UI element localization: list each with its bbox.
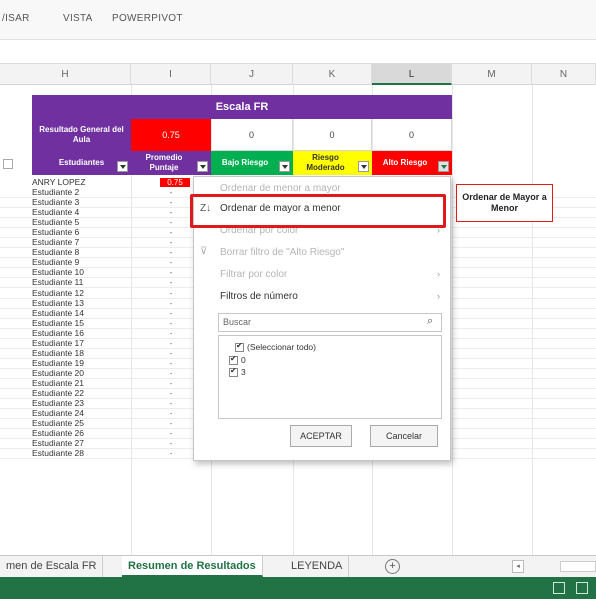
header-average: Promedio Puntaje bbox=[131, 151, 211, 175]
ribbon-tab-powerpivot[interactable]: POWERPIVOT bbox=[112, 13, 183, 24]
header-students: Estudiantes bbox=[32, 151, 131, 175]
table-row-name[interactable]: Estudiante 17 bbox=[32, 339, 131, 348]
add-sheet-icon[interactable]: + bbox=[385, 559, 400, 574]
column-header-h[interactable]: H bbox=[0, 64, 131, 85]
table-row-name[interactable]: Estudiante 16 bbox=[32, 329, 131, 338]
checklist-label: 0 bbox=[241, 355, 246, 365]
header-moderate-label: Riesgo Moderado bbox=[306, 153, 345, 172]
header-students-label: Estudiantes bbox=[58, 158, 105, 167]
ribbon: /ISAR VISTA POWERPIVOT bbox=[0, 0, 596, 40]
sheet-tab-bar: men de Escala FR Resumen de Resultados L… bbox=[0, 555, 596, 577]
filter-dropdown-high[interactable] bbox=[438, 161, 449, 172]
status-bar bbox=[0, 577, 596, 599]
table-row-name[interactable]: Estudiante 12 bbox=[32, 289, 131, 298]
table-row-name[interactable]: Estudiante 15 bbox=[32, 319, 131, 328]
table-row-name[interactable]: Estudiante 13 bbox=[32, 299, 131, 308]
table-row-name[interactable]: Estudiante 21 bbox=[32, 379, 131, 388]
checkbox-icon bbox=[229, 354, 238, 366]
table-row-name[interactable]: Estudiante 8 bbox=[32, 248, 131, 257]
formula-bar[interactable] bbox=[0, 40, 596, 64]
scale-title: Escala FR bbox=[32, 95, 452, 119]
header-high-risk: Alto Riesgo bbox=[372, 151, 452, 175]
sheet-tab-escala[interactable]: men de Escala FR bbox=[0, 556, 104, 577]
submenu-arrow-icon: › bbox=[437, 269, 440, 279]
filter-dropdown-low[interactable] bbox=[279, 161, 290, 172]
checkbox-icon bbox=[229, 366, 238, 378]
horizontal-scrollbar[interactable] bbox=[560, 561, 596, 572]
column-headers: H I J K L M N bbox=[0, 64, 596, 85]
sheet-tab-resumen[interactable]: Resumen de Resultados bbox=[122, 556, 263, 577]
ribbon-tab-vista[interactable]: VISTA bbox=[63, 13, 93, 24]
column-header-n[interactable]: N bbox=[532, 64, 596, 85]
ribbon-tab-revisar[interactable]: /ISAR bbox=[2, 13, 30, 24]
header-low-label: Bajo Riesgo bbox=[221, 158, 269, 167]
header-moderate-risk: Riesgo Moderado bbox=[293, 151, 372, 175]
checklist-value-3[interactable]: 3 bbox=[229, 366, 246, 378]
result-general-label: Resultado General del Aula bbox=[32, 119, 131, 151]
table-row-name[interactable]: Estudiante 14 bbox=[32, 309, 131, 318]
column-header-i[interactable]: I bbox=[131, 64, 211, 85]
gridline bbox=[532, 85, 533, 555]
table-row-name[interactable]: Estudiante 11 bbox=[32, 278, 131, 287]
search-input[interactable]: Buscar bbox=[218, 313, 442, 332]
table-row-name[interactable]: Estudiante 27 bbox=[32, 439, 131, 448]
table-row-name[interactable]: Estudiante 20 bbox=[32, 369, 131, 378]
table-row-name[interactable]: Estudiante 7 bbox=[32, 238, 131, 247]
normal-view-icon[interactable] bbox=[553, 582, 565, 594]
table-row-name[interactable]: Estudiante 9 bbox=[32, 258, 131, 267]
table-row-name[interactable]: Estudiante 4 bbox=[32, 208, 131, 217]
table-row-name[interactable]: Estudiante 24 bbox=[32, 409, 131, 418]
header-average-label: Promedio Puntaje bbox=[145, 153, 183, 172]
cancel-button[interactable]: Cancelar bbox=[370, 425, 438, 447]
header-high-label: Alto Riesgo bbox=[382, 158, 428, 167]
ok-button[interactable]: ACEPTAR bbox=[290, 425, 352, 447]
page-layout-icon[interactable] bbox=[576, 582, 588, 594]
filter-dropdown-average[interactable] bbox=[197, 161, 208, 172]
callout-note: Ordenar de Mayor a Menor bbox=[456, 184, 553, 222]
table-row-name[interactable]: Estudiante 25 bbox=[32, 419, 131, 428]
table-row-name[interactable]: ANRY LOPEZ bbox=[32, 178, 131, 187]
search-icon: ⌕ bbox=[427, 315, 434, 327]
checklist-label: 3 bbox=[241, 367, 246, 377]
table-row-value[interactable]: 0.75 bbox=[160, 178, 190, 187]
menu-filter-by-color[interactable]: Filtrar por color bbox=[220, 269, 287, 280]
table-row-name[interactable]: Estudiante 23 bbox=[32, 399, 131, 408]
table-row-name[interactable]: Estudiante 3 bbox=[32, 198, 131, 207]
scroll-left-icon[interactable]: ◂ bbox=[512, 560, 524, 573]
column-header-j[interactable]: J bbox=[211, 64, 293, 85]
result-general-value[interactable]: 0.75 bbox=[131, 119, 211, 151]
header-low-risk: Bajo Riesgo bbox=[211, 151, 293, 175]
table-row-name[interactable]: Estudiante 26 bbox=[32, 429, 131, 438]
checklist-select-all[interactable]: (Seleccionar todo) bbox=[235, 341, 316, 353]
result-moderate-value[interactable]: 0 bbox=[293, 119, 372, 151]
table-row-name[interactable]: Estudiante 10 bbox=[32, 268, 131, 277]
table-row-name[interactable]: Estudiante 2 bbox=[32, 188, 131, 197]
clear-filter-icon: ⊽ bbox=[200, 246, 208, 257]
menu-number-filters[interactable]: Filtros de número bbox=[220, 291, 298, 302]
highlight-box bbox=[190, 194, 446, 228]
menu-clear-filter[interactable]: Borrar filtro de "Alto Riesgo" bbox=[220, 247, 344, 258]
table-row-name[interactable]: Estudiante 6 bbox=[32, 228, 131, 237]
table-row-name[interactable]: Estudiante 19 bbox=[32, 359, 131, 368]
filter-dropdown-moderate[interactable] bbox=[358, 161, 369, 172]
result-high-value[interactable]: 0 bbox=[372, 119, 452, 151]
column-header-l[interactable]: L bbox=[372, 64, 452, 85]
table-row-name[interactable]: Estudiante 22 bbox=[32, 389, 131, 398]
checklist-value-0[interactable]: 0 bbox=[229, 354, 246, 366]
column-header-m[interactable]: M bbox=[452, 64, 532, 85]
gridline bbox=[452, 85, 453, 555]
column-header-k[interactable]: K bbox=[293, 64, 372, 85]
row-group-toggle[interactable] bbox=[3, 159, 13, 169]
value-checklist: (Seleccionar todo) 0 3 bbox=[218, 335, 442, 419]
filter-dropdown-students[interactable] bbox=[117, 161, 128, 172]
table-row-name[interactable]: Estudiante 18 bbox=[32, 349, 131, 358]
submenu-arrow-icon: › bbox=[437, 291, 440, 301]
checklist-label: (Seleccionar todo) bbox=[247, 342, 316, 352]
sheet-tab-leyenda[interactable]: LEYENDA bbox=[285, 556, 350, 577]
table-row-name[interactable]: Estudiante 28 bbox=[32, 449, 131, 458]
menu-sort-ascending[interactable]: Ordenar de menor a mayor bbox=[220, 183, 341, 194]
table-row-name[interactable]: Estudiante 5 bbox=[32, 218, 131, 227]
result-low-value[interactable]: 0 bbox=[211, 119, 293, 151]
checkbox-icon bbox=[235, 341, 244, 353]
